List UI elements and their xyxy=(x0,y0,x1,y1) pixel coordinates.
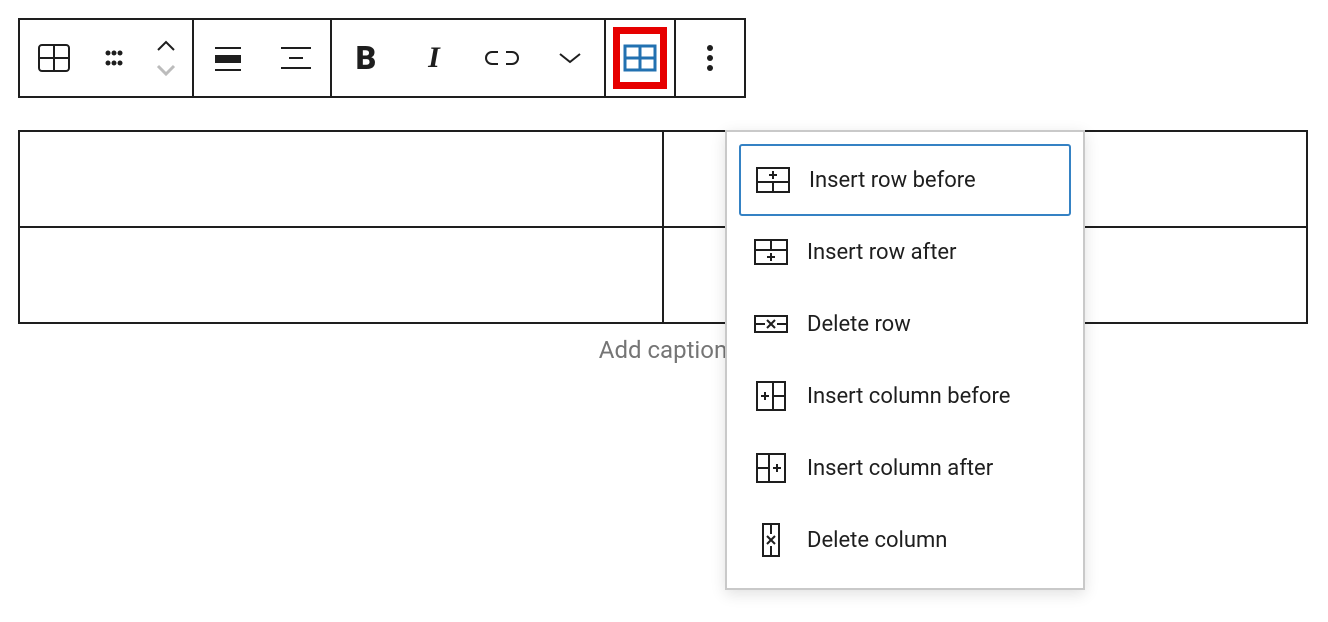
link-button[interactable] xyxy=(468,20,536,96)
menu-item-label: Insert row before xyxy=(809,168,976,193)
toolbar-group-options xyxy=(676,20,744,96)
delete-col-item[interactable]: Delete column xyxy=(739,504,1071,576)
table-cell[interactable] xyxy=(19,131,663,227)
more-richtext-button[interactable] xyxy=(536,20,604,96)
block-toolbar: B I xyxy=(18,18,746,98)
menu-item-label: Insert row after xyxy=(807,240,957,265)
italic-button[interactable]: I xyxy=(400,20,468,96)
insert-col-before-icon xyxy=(753,378,789,414)
link-icon xyxy=(484,48,520,68)
delete-row-icon xyxy=(753,306,789,342)
insert-row-before-item[interactable]: Insert row before xyxy=(739,144,1071,216)
menu-item-label: Insert column after xyxy=(807,456,993,481)
align-button[interactable] xyxy=(194,20,262,96)
insert-row-after-icon xyxy=(753,234,789,270)
insert-row-after-item[interactable]: Insert row after xyxy=(739,216,1071,288)
table-row[interactable] xyxy=(19,131,1307,227)
table-cell[interactable] xyxy=(19,227,663,323)
edit-table-button[interactable] xyxy=(606,20,674,96)
delete-col-icon xyxy=(753,522,789,558)
insert-col-after-item[interactable]: Insert column after xyxy=(739,432,1071,504)
menu-item-label: Insert column before xyxy=(807,384,1010,409)
caption-placeholder[interactable]: Add caption xyxy=(18,336,1308,364)
align-wide-icon xyxy=(279,43,313,73)
chevron-updown-icon xyxy=(153,36,179,80)
table-icon xyxy=(37,41,71,75)
table-row[interactable] xyxy=(19,227,1307,323)
toolbar-group-align xyxy=(194,20,332,96)
options-button[interactable] xyxy=(676,20,744,96)
more-vertical-icon xyxy=(706,44,714,72)
drag-handle-icon xyxy=(103,47,125,69)
menu-item-label: Delete row xyxy=(807,312,911,337)
bold-button[interactable]: B xyxy=(332,20,400,96)
toolbar-group-block xyxy=(20,20,194,96)
move-updown-button[interactable] xyxy=(140,20,192,96)
edit-table-icon xyxy=(623,44,657,72)
delete-row-item[interactable]: Delete row xyxy=(739,288,1071,360)
drag-handle-button[interactable] xyxy=(88,20,140,96)
toolbar-group-table-edit xyxy=(606,20,676,96)
table-block: Add caption xyxy=(18,130,1308,364)
content-table[interactable] xyxy=(18,130,1308,324)
italic-icon: I xyxy=(428,41,440,75)
align-wide-button[interactable] xyxy=(262,20,330,96)
align-icon xyxy=(211,43,245,73)
bold-icon: B xyxy=(356,39,377,77)
chevron-down-icon xyxy=(557,50,583,66)
menu-item-label: Delete column xyxy=(807,528,947,553)
insert-row-before-icon xyxy=(755,162,791,198)
table-edit-dropdown: Insert row before Insert row after Delet… xyxy=(725,130,1085,590)
insert-col-before-item[interactable]: Insert column before xyxy=(739,360,1071,432)
table-block-button[interactable] xyxy=(20,20,88,96)
insert-col-after-icon xyxy=(753,450,789,486)
toolbar-group-richtext: B I xyxy=(332,20,606,96)
